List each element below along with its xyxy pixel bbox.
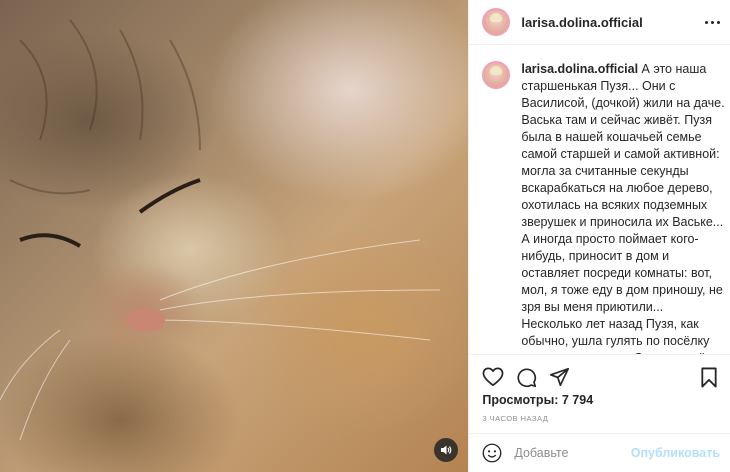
action-icons [482, 364, 718, 390]
caption: larisa.dolina.official А это наша старше… [521, 61, 726, 354]
caption-username[interactable]: larisa.dolina.official [521, 62, 638, 76]
comment-input[interactable] [512, 445, 631, 461]
more-icon[interactable] [705, 20, 720, 24]
views-count[interactable]: Просмотры: 7 794 [482, 393, 718, 407]
comment-icon[interactable] [516, 367, 537, 388]
comment-box: Опубликовать [469, 433, 730, 472]
heart-icon[interactable] [482, 367, 504, 387]
publish-button[interactable]: Опубликовать [631, 446, 720, 460]
cat-photo [0, 19, 441, 441]
post-video[interactable] [0, 0, 469, 472]
speaker-icon [441, 445, 452, 455]
header-username[interactable]: larisa.dolina.official [521, 15, 642, 30]
caption-avatar[interactable] [482, 61, 511, 89]
emoji-icon[interactable] [482, 443, 502, 463]
instagram-post: larisa.dolina.official larisa.dolina.off… [0, 0, 730, 472]
action-bar: Просмотры: 7 794 3 ЧАСОВ НАЗАД [469, 354, 730, 423]
post-header: larisa.dolina.official [469, 0, 730, 45]
post-side-panel: larisa.dolina.official larisa.dolina.off… [468, 0, 730, 472]
share-icon[interactable] [549, 367, 570, 387]
avatar[interactable] [482, 8, 511, 36]
post-timestamp[interactable]: 3 ЧАСОВ НАЗАД [482, 414, 718, 423]
caption-area: larisa.dolina.official А это наша старше… [469, 45, 730, 354]
bookmark-icon[interactable] [700, 367, 718, 388]
caption-text: А это наша старшенькая Пузя... Они с Вас… [521, 62, 725, 354]
sound-toggle-button[interactable] [434, 438, 458, 462]
